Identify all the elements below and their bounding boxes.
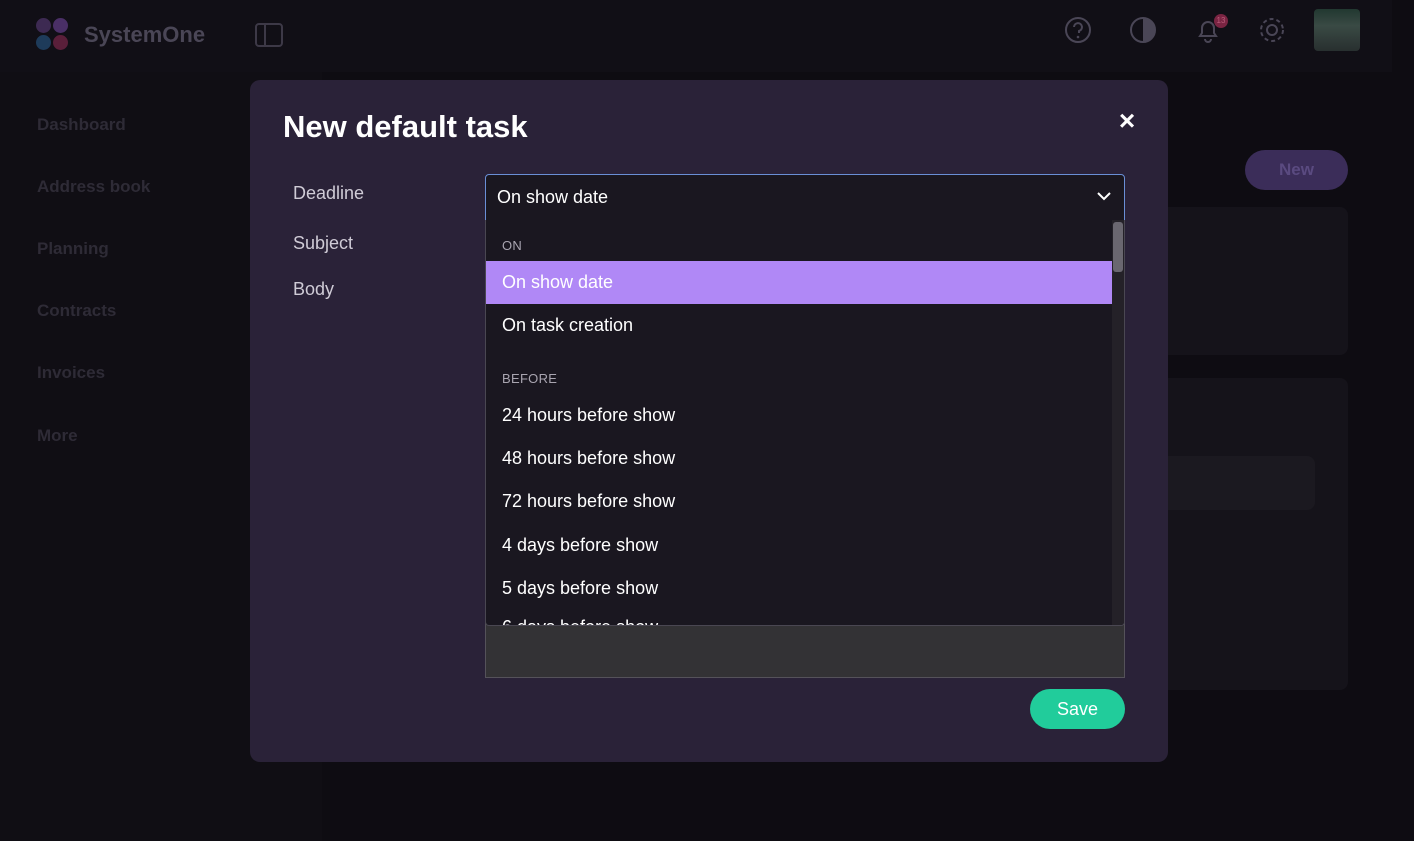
app-name: SystemOne — [84, 22, 206, 47]
dropdown-option[interactable]: On show date — [486, 261, 1114, 304]
sidebar-item-contracts[interactable]: Contracts — [37, 301, 116, 321]
dropdown-option[interactable]: 24 hours before show — [486, 394, 1114, 437]
sidebar-item-planning[interactable]: Planning — [37, 239, 109, 259]
chevron-down-icon — [1097, 192, 1111, 201]
dropdown-option[interactable]: 4 days before show — [486, 524, 1114, 567]
avatar[interactable] — [1314, 9, 1360, 51]
subject-label: Subject — [293, 233, 354, 253]
notification-badge: 13 — [1214, 14, 1228, 28]
top-bar: SystemOne 13 — [0, 0, 1392, 72]
app-root: SystemOne 13 Dashboard Address book Plan… — [0, 0, 1414, 841]
deadline-dropdown: ON On show date On task creation BEFORE … — [485, 220, 1125, 626]
background-field — [1160, 456, 1315, 510]
deadline-selected-value: On show date — [497, 187, 609, 207]
logo-icon — [36, 18, 70, 52]
sidebar-toggle-icon[interactable] — [255, 23, 283, 47]
sidebar-item-invoices[interactable]: Invoices — [37, 363, 105, 383]
dropdown-option[interactable]: 72 hours before show — [486, 480, 1114, 523]
dropdown-group-on: ON — [502, 238, 523, 253]
deadline-select[interactable]: On show date — [485, 174, 1125, 221]
sidebar-item-dashboard[interactable]: Dashboard — [37, 115, 126, 135]
close-button[interactable]: × — [1112, 106, 1142, 136]
logo[interactable]: SystemOne — [36, 18, 205, 52]
sidebar-item-more[interactable]: More — [37, 426, 78, 446]
gear-icon[interactable] — [1257, 15, 1287, 45]
dropdown-option[interactable]: On task creation — [486, 304, 1114, 347]
dropdown-scrollbar[interactable] — [1112, 220, 1124, 625]
body-textarea[interactable] — [485, 620, 1125, 678]
scrollbar-thumb[interactable] — [1113, 222, 1123, 272]
deadline-label: Deadline — [293, 183, 365, 203]
modal-title: New default task — [283, 109, 528, 144]
new-button[interactable]: New — [1245, 150, 1348, 190]
dropdown-option[interactable]: 6 days before show — [486, 606, 1114, 625]
dropdown-group-before: BEFORE — [502, 371, 558, 386]
new-default-task-modal: New default task × Deadline Subject Body… — [250, 80, 1168, 762]
contrast-icon[interactable] — [1128, 15, 1158, 45]
dropdown-option[interactable]: 48 hours before show — [486, 437, 1114, 480]
save-button[interactable]: Save — [1030, 689, 1125, 729]
sidebar-item-address-book[interactable]: Address book — [37, 177, 150, 197]
help-icon[interactable] — [1063, 15, 1093, 45]
body-label: Body — [293, 279, 335, 299]
dropdown-option[interactable]: 5 days before show — [486, 567, 1114, 610]
